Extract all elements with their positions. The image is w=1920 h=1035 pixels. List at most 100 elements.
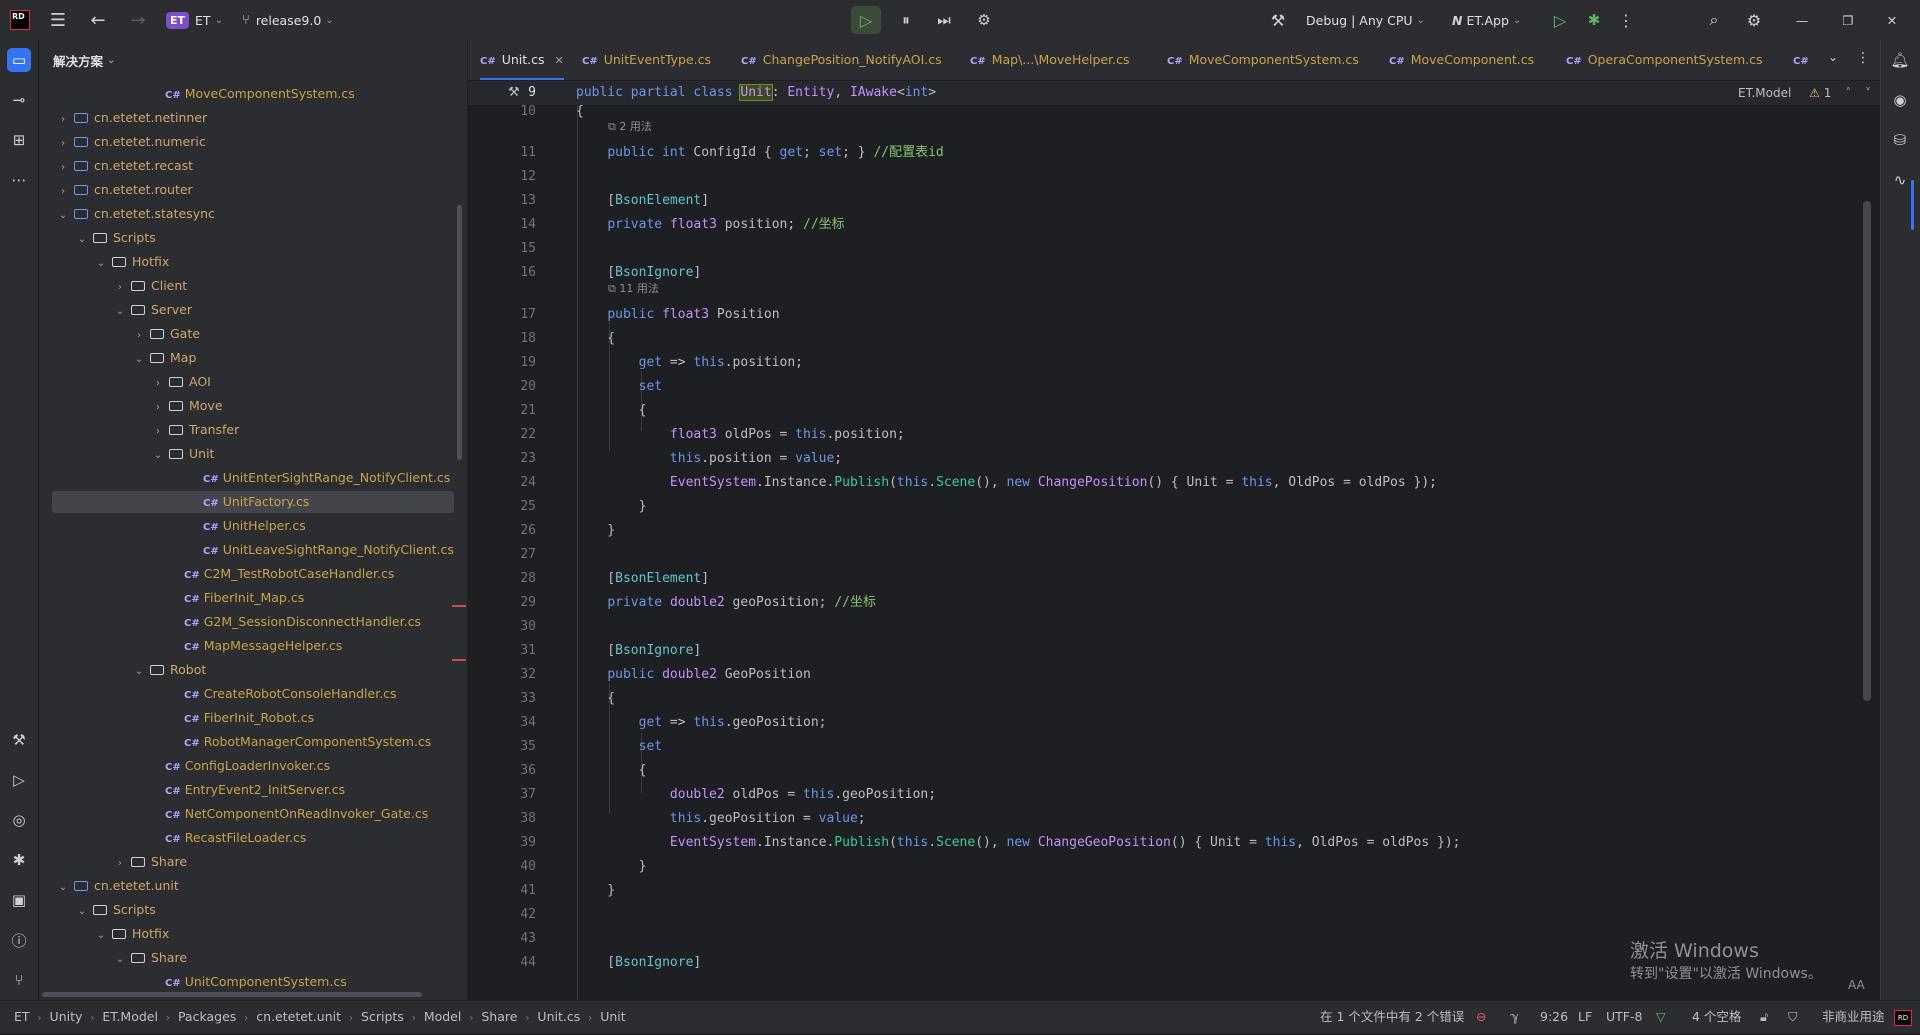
tab-7[interactable]: C# OperaComponentSystem.cs: [1566, 40, 1763, 80]
tree-file-item[interactable]: C# EntryEvent2_InitServer.cs: [151, 778, 345, 802]
tab-2[interactable]: C# UnitEventType.cs: [582, 40, 711, 80]
chevron-right-icon[interactable]: ›: [56, 180, 70, 204]
project-folder-icon[interactable]: ▭: [7, 48, 31, 72]
build-hammer-icon[interactable]: ⚒: [1264, 6, 1292, 34]
errors-summary[interactable]: 在 1 个文件中有 2 个错误: [1320, 1001, 1464, 1033]
code-line[interactable]: {: [576, 327, 615, 351]
code-line[interactable]: public int ConfigId { get; set; } //配置表i…: [576, 141, 943, 165]
tab-close-icon[interactable]: ✕: [555, 54, 564, 67]
chevron-down-icon[interactable]: ⌄: [113, 948, 127, 972]
tree-folder-item[interactable]: › Transfer: [151, 418, 239, 442]
line-separator[interactable]: LF: [1578, 1001, 1592, 1033]
shield-icon[interactable]: ⛉: [1788, 1001, 1797, 1033]
tab-8[interactable]: C#: [1793, 40, 1815, 80]
tree-file-item[interactable]: C# UnitEnterSightRange_NotifyClient.cs: [189, 466, 450, 490]
code-line[interactable]: [BsonIgnore]: [576, 951, 701, 975]
tree-folder-item[interactable]: ⌄ Scripts: [75, 226, 156, 250]
tree-folder-item[interactable]: › Share: [113, 850, 187, 874]
chevron-down-icon[interactable]: ⌄: [56, 204, 70, 228]
code-line[interactable]: set: [576, 375, 662, 399]
project-horizontal-scrollbar[interactable]: [42, 992, 422, 997]
settings-gear-icon[interactable]: ⚙: [1740, 6, 1768, 34]
tree-file-item[interactable]: C# UnitComponentSystem.cs: [151, 970, 347, 994]
tree-file-item[interactable]: C# UnitFactory.cs: [189, 490, 309, 514]
tree-folder-item[interactable]: ⌄ Server: [113, 298, 192, 322]
project-panel-header[interactable]: 解决方案 ⌄: [39, 40, 467, 80]
branch-selector[interactable]: ⑂ release9.0 ⌄: [242, 6, 334, 34]
main-menu-icon[interactable]: ☰: [44, 6, 72, 34]
breadcrumb-item[interactable]: Model: [424, 1009, 462, 1024]
services-icon[interactable]: ◎: [7, 808, 31, 832]
commit-icon[interactable]: ⊸: [7, 88, 31, 112]
tree-folder-item[interactable]: › Client: [113, 274, 187, 298]
tree-file-item[interactable]: C# G2M_SessionDisconnectHandler.cs: [170, 610, 421, 634]
tree-file-item[interactable]: C# UnitLeaveSightRange_NotifyClient.cs: [189, 538, 454, 562]
breadcrumb-item[interactable]: Unit: [600, 1009, 625, 1024]
tab-5[interactable]: C# MoveComponentSystem.cs: [1167, 40, 1359, 80]
chevron-down-icon[interactable]: ⌄: [56, 876, 70, 900]
tree-package-item[interactable]: › cn.etetet.recast: [56, 154, 193, 178]
step-icon[interactable]: ⏭: [930, 6, 958, 34]
code-line[interactable]: }: [576, 879, 615, 903]
code-line[interactable]: double2 oldPos = this.geoPosition;: [576, 783, 936, 807]
tree-file-item[interactable]: C# FiberInit_Robot.cs: [170, 706, 314, 730]
code-line[interactable]: [BsonElement]: [576, 567, 709, 591]
code-line[interactable]: }: [576, 855, 647, 879]
tree-file-item[interactable]: C# NetComponentOnReadInvoker_Gate.cs: [151, 802, 428, 826]
more-tools-icon[interactable]: ⋯: [7, 168, 31, 192]
tree-file-item[interactable]: C# CreateRobotConsoleHandler.cs: [170, 682, 397, 706]
code-line[interactable]: {: [576, 687, 615, 711]
tree-package-item[interactable]: ⌄ cn.etetet.unit: [56, 874, 179, 898]
code-line[interactable]: get => this.position;: [576, 351, 803, 375]
tree-folder-item[interactable]: › Gate: [132, 322, 200, 346]
code-line[interactable]: public double2 GeoPosition: [576, 663, 811, 687]
restore-icon[interactable]: ❐: [1834, 6, 1862, 34]
terminal-icon[interactable]: ▣: [7, 888, 31, 912]
editor-inspection-widget[interactable]: ET.Model ⚠ 1 ˄ ˅: [1738, 81, 1871, 105]
code-line[interactable]: get => this.geoPosition;: [576, 711, 827, 735]
chevron-right-icon[interactable]: ›: [113, 276, 127, 300]
breadcrumb-item[interactable]: Unit.cs: [537, 1009, 580, 1024]
project-vertical-scrollbar[interactable]: [457, 205, 462, 460]
chevron-down-icon[interactable]: ⌄: [94, 252, 108, 276]
chevron-down-icon[interactable]: ⌄: [75, 900, 89, 924]
chevron-down-icon[interactable]: ⌄: [113, 300, 127, 324]
tree-folder-item[interactable]: ⌄ Hotfix: [94, 922, 169, 946]
debug-window-icon[interactable]: ✱: [7, 848, 31, 872]
code-line[interactable]: [BsonElement]: [576, 189, 709, 213]
tree-folder-item[interactable]: ⌄ Unit: [151, 442, 215, 466]
tree-folder-item[interactable]: ⌄ Map: [132, 346, 197, 372]
indent-setting[interactable]: 4 个空格: [1692, 1001, 1741, 1033]
editor-vertical-scrollbar[interactable]: [1863, 201, 1871, 701]
run-config-selector[interactable]: Debug | Any CPU ⌄: [1306, 6, 1425, 34]
code-line[interactable]: this.geoPosition = value;: [576, 807, 866, 831]
code-line[interactable]: EventSystem.Instance.Publish(this.Scene(…: [576, 831, 1461, 855]
code-line[interactable]: this.position = value;: [576, 447, 842, 471]
chevron-down-icon[interactable]: ⌄: [132, 660, 146, 684]
code-line[interactable]: set: [576, 735, 662, 759]
monitor-pulse-icon[interactable]: ∿: [1888, 168, 1912, 192]
chevron-right-icon[interactable]: ›: [151, 372, 165, 396]
chevron-down-icon[interactable]: ⌄: [132, 348, 146, 372]
tree-file-item[interactable]: C# MoveComponentSystem.cs: [151, 82, 355, 106]
attach-debugger-icon[interactable]: ⚙: [970, 6, 998, 34]
caret-position[interactable]: 9:26: [1540, 1001, 1568, 1033]
code-line[interactable]: public float3 Position: [576, 303, 779, 327]
minimize-icon[interactable]: —: [1788, 6, 1816, 34]
breadcrumb-item[interactable]: Packages: [178, 1009, 236, 1024]
more-options-icon[interactable]: ⋮: [1616, 6, 1636, 34]
tree-folder-item[interactable]: ⌄ Robot: [132, 658, 206, 682]
file-encoding[interactable]: UTF-8: [1606, 1001, 1642, 1033]
tree-file-item[interactable]: C# MapMessageHelper.cs: [170, 634, 342, 658]
tree-file-item[interactable]: C# FiberInit_Map.cs: [170, 586, 304, 610]
tab-overflow-chevron-icon[interactable]: ⌄: [1828, 50, 1838, 64]
error-stop-icon[interactable]: ⊖: [1476, 1001, 1486, 1033]
tree-folder-item[interactable]: › AOI: [151, 370, 211, 394]
tree-file-item[interactable]: C# RobotManagerComponentSystem.cs: [170, 730, 431, 754]
run-window-icon[interactable]: ▷: [7, 768, 31, 792]
pause-icon[interactable]: ⏸: [892, 6, 920, 34]
readonly-lock-icon[interactable]: 🔓︎: [1760, 1001, 1768, 1033]
tab-4[interactable]: C# Map\...\MoveHelper.cs: [970, 40, 1130, 80]
code-line[interactable]: float3 oldPos = this.position;: [576, 423, 905, 447]
ai-status-icon[interactable]: ℽ: [1510, 1001, 1519, 1033]
